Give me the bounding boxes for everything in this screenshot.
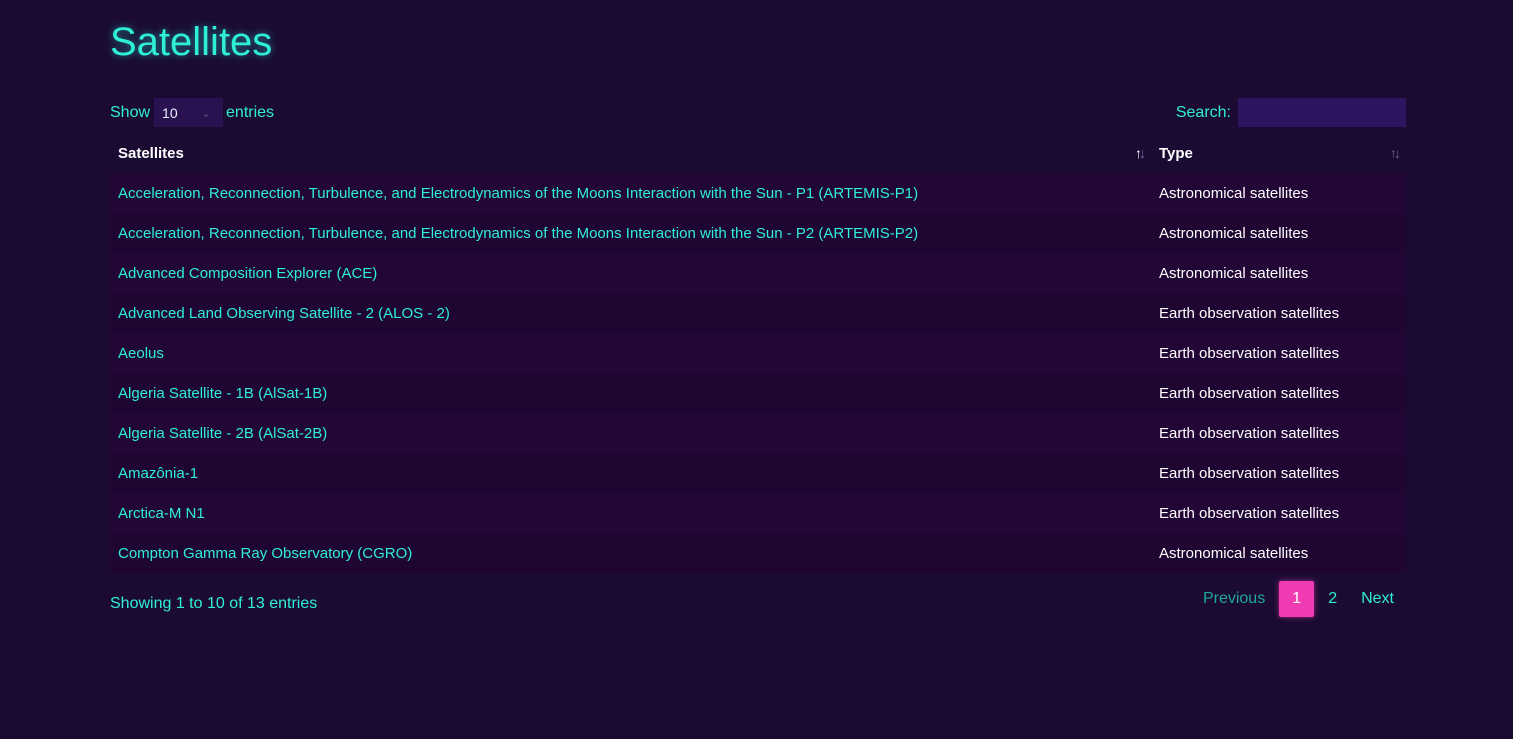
satellite-name-cell: Advanced Composition Explorer (ACE)	[110, 253, 1151, 293]
table-row: Aeolus Earth observation satellites	[110, 333, 1406, 373]
satellite-type-cell: Astronomical satellites	[1151, 533, 1406, 573]
table-row: Arctica-M N1 Earth observation satellite…	[110, 493, 1406, 533]
page-button-2[interactable]: 2	[1316, 581, 1349, 617]
page-button-1[interactable]: 1	[1279, 581, 1315, 617]
satellite-name-cell: Acceleration, Reconnection, Turbulence, …	[110, 173, 1151, 213]
satellite-type-cell: Astronomical satellites	[1151, 213, 1406, 253]
column-header-label: Type	[1159, 145, 1193, 162]
table-row: Advanced Composition Explorer (ACE) Astr…	[110, 253, 1406, 293]
satellite-type: Earth observation satellites	[1159, 304, 1340, 322]
satellite-type: Astronomical satellites	[1159, 544, 1309, 562]
table-row: Algeria Satellite - 1B (AlSat-1B) Earth …	[110, 373, 1406, 413]
table-row: Acceleration, Reconnection, Turbulence, …	[110, 213, 1406, 253]
satellite-link[interactable]: Algeria Satellite - 2B (AlSat-2B)	[118, 425, 327, 442]
satellite-type: Earth observation satellites	[1159, 424, 1340, 442]
satellite-link[interactable]: Acceleration, Reconnection, Turbulence, …	[118, 185, 918, 202]
search-control: Search:	[1176, 98, 1406, 127]
column-header-type[interactable]: Type ↑↓	[1151, 134, 1406, 173]
satellite-type: Astronomical satellites	[1159, 184, 1309, 202]
column-header-satellites[interactable]: Satellites ↑↓	[110, 134, 1151, 173]
page: Satellites Show 10 ⌄ entries Search: Sat…	[0, 0, 1513, 739]
satellite-type-cell: Earth observation satellites	[1151, 333, 1406, 373]
satellite-type-cell: Astronomical satellites	[1151, 253, 1406, 293]
satellite-link[interactable]: Advanced Composition Explorer (ACE)	[118, 265, 377, 282]
satellite-name-cell: Compton Gamma Ray Observatory (CGRO)	[110, 533, 1151, 573]
satellite-link[interactable]: Arctica-M N1	[118, 505, 205, 522]
satellite-link[interactable]: Algeria Satellite - 1B (AlSat-1B)	[118, 385, 327, 402]
satellite-type: Earth observation satellites	[1159, 384, 1340, 402]
table-row: Acceleration, Reconnection, Turbulence, …	[110, 173, 1406, 213]
satellite-type: Astronomical satellites	[1159, 224, 1309, 242]
satellite-type: Earth observation satellites	[1159, 344, 1340, 362]
satellite-link[interactable]: Amazônia-1	[118, 465, 198, 482]
satellite-type-cell: Earth observation satellites	[1151, 293, 1406, 333]
satellite-name-cell: Advanced Land Observing Satellite - 2 (A…	[110, 293, 1151, 333]
satellite-type-cell: Earth observation satellites	[1151, 453, 1406, 493]
entries-label: entries	[226, 103, 275, 121]
satellite-type: Earth observation satellites	[1159, 464, 1340, 482]
page-length-select[interactable]: 10 ⌄	[154, 98, 224, 127]
satellites-table: Satellites ↑↓ Type ↑↓ Acceleration, Reco…	[110, 134, 1406, 573]
table-info: Showing 1 to 10 of 13 entries	[110, 595, 318, 612]
table-row: Amazônia-1 Earth observation satellites	[110, 453, 1406, 493]
chevron-down-icon: ⌄	[200, 105, 212, 120]
satellite-type-cell: Earth observation satellites	[1151, 413, 1406, 453]
search-label: Search:	[1175, 103, 1231, 121]
satellite-type: Earth observation satellites	[1159, 504, 1340, 522]
satellite-name-cell: Algeria Satellite - 1B (AlSat-1B)	[110, 373, 1151, 413]
show-label: Show	[110, 103, 151, 121]
satellite-type: Astronomical satellites	[1159, 264, 1309, 282]
column-header-label: Satellites	[118, 145, 184, 162]
previous-button[interactable]: Previous	[1191, 581, 1277, 617]
satellite-link[interactable]: Acceleration, Reconnection, Turbulence, …	[118, 225, 918, 242]
satellite-name-cell: Amazônia-1	[110, 453, 1151, 493]
sort-icon: ↑↓	[1390, 145, 1401, 161]
satellite-name-cell: Acceleration, Reconnection, Turbulence, …	[110, 213, 1151, 253]
satellite-name-cell: Arctica-M N1	[110, 493, 1151, 533]
sort-icon: ↑↓	[1135, 145, 1146, 161]
satellite-link[interactable]: Advanced Land Observing Satellite - 2 (A…	[118, 305, 450, 322]
page-title: Satellites	[110, 20, 273, 64]
satellite-type-cell: Earth observation satellites	[1151, 373, 1406, 413]
satellite-link[interactable]: Aeolus	[118, 345, 164, 362]
next-button[interactable]: Next	[1349, 581, 1406, 617]
page-length-control: Show 10 ⌄ entries	[110, 98, 274, 127]
table-row: Advanced Land Observing Satellite - 2 (A…	[110, 293, 1406, 333]
satellite-name-cell: Algeria Satellite - 2B (AlSat-2B)	[110, 413, 1151, 453]
satellite-type-cell: Astronomical satellites	[1151, 173, 1406, 213]
page-length-value: 10	[162, 104, 178, 121]
satellite-type-cell: Earth observation satellites	[1151, 493, 1406, 533]
pagination: Previous 1 2 Next	[1191, 581, 1406, 617]
table-header-row: Satellites ↑↓ Type ↑↓	[110, 134, 1406, 173]
search-input[interactable]	[1238, 98, 1406, 127]
table-row: Compton Gamma Ray Observatory (CGRO) Ast…	[110, 533, 1406, 573]
satellite-name-cell: Aeolus	[110, 333, 1151, 373]
satellite-link[interactable]: Compton Gamma Ray Observatory (CGRO)	[118, 545, 412, 562]
table-row: Algeria Satellite - 2B (AlSat-2B) Earth …	[110, 413, 1406, 453]
